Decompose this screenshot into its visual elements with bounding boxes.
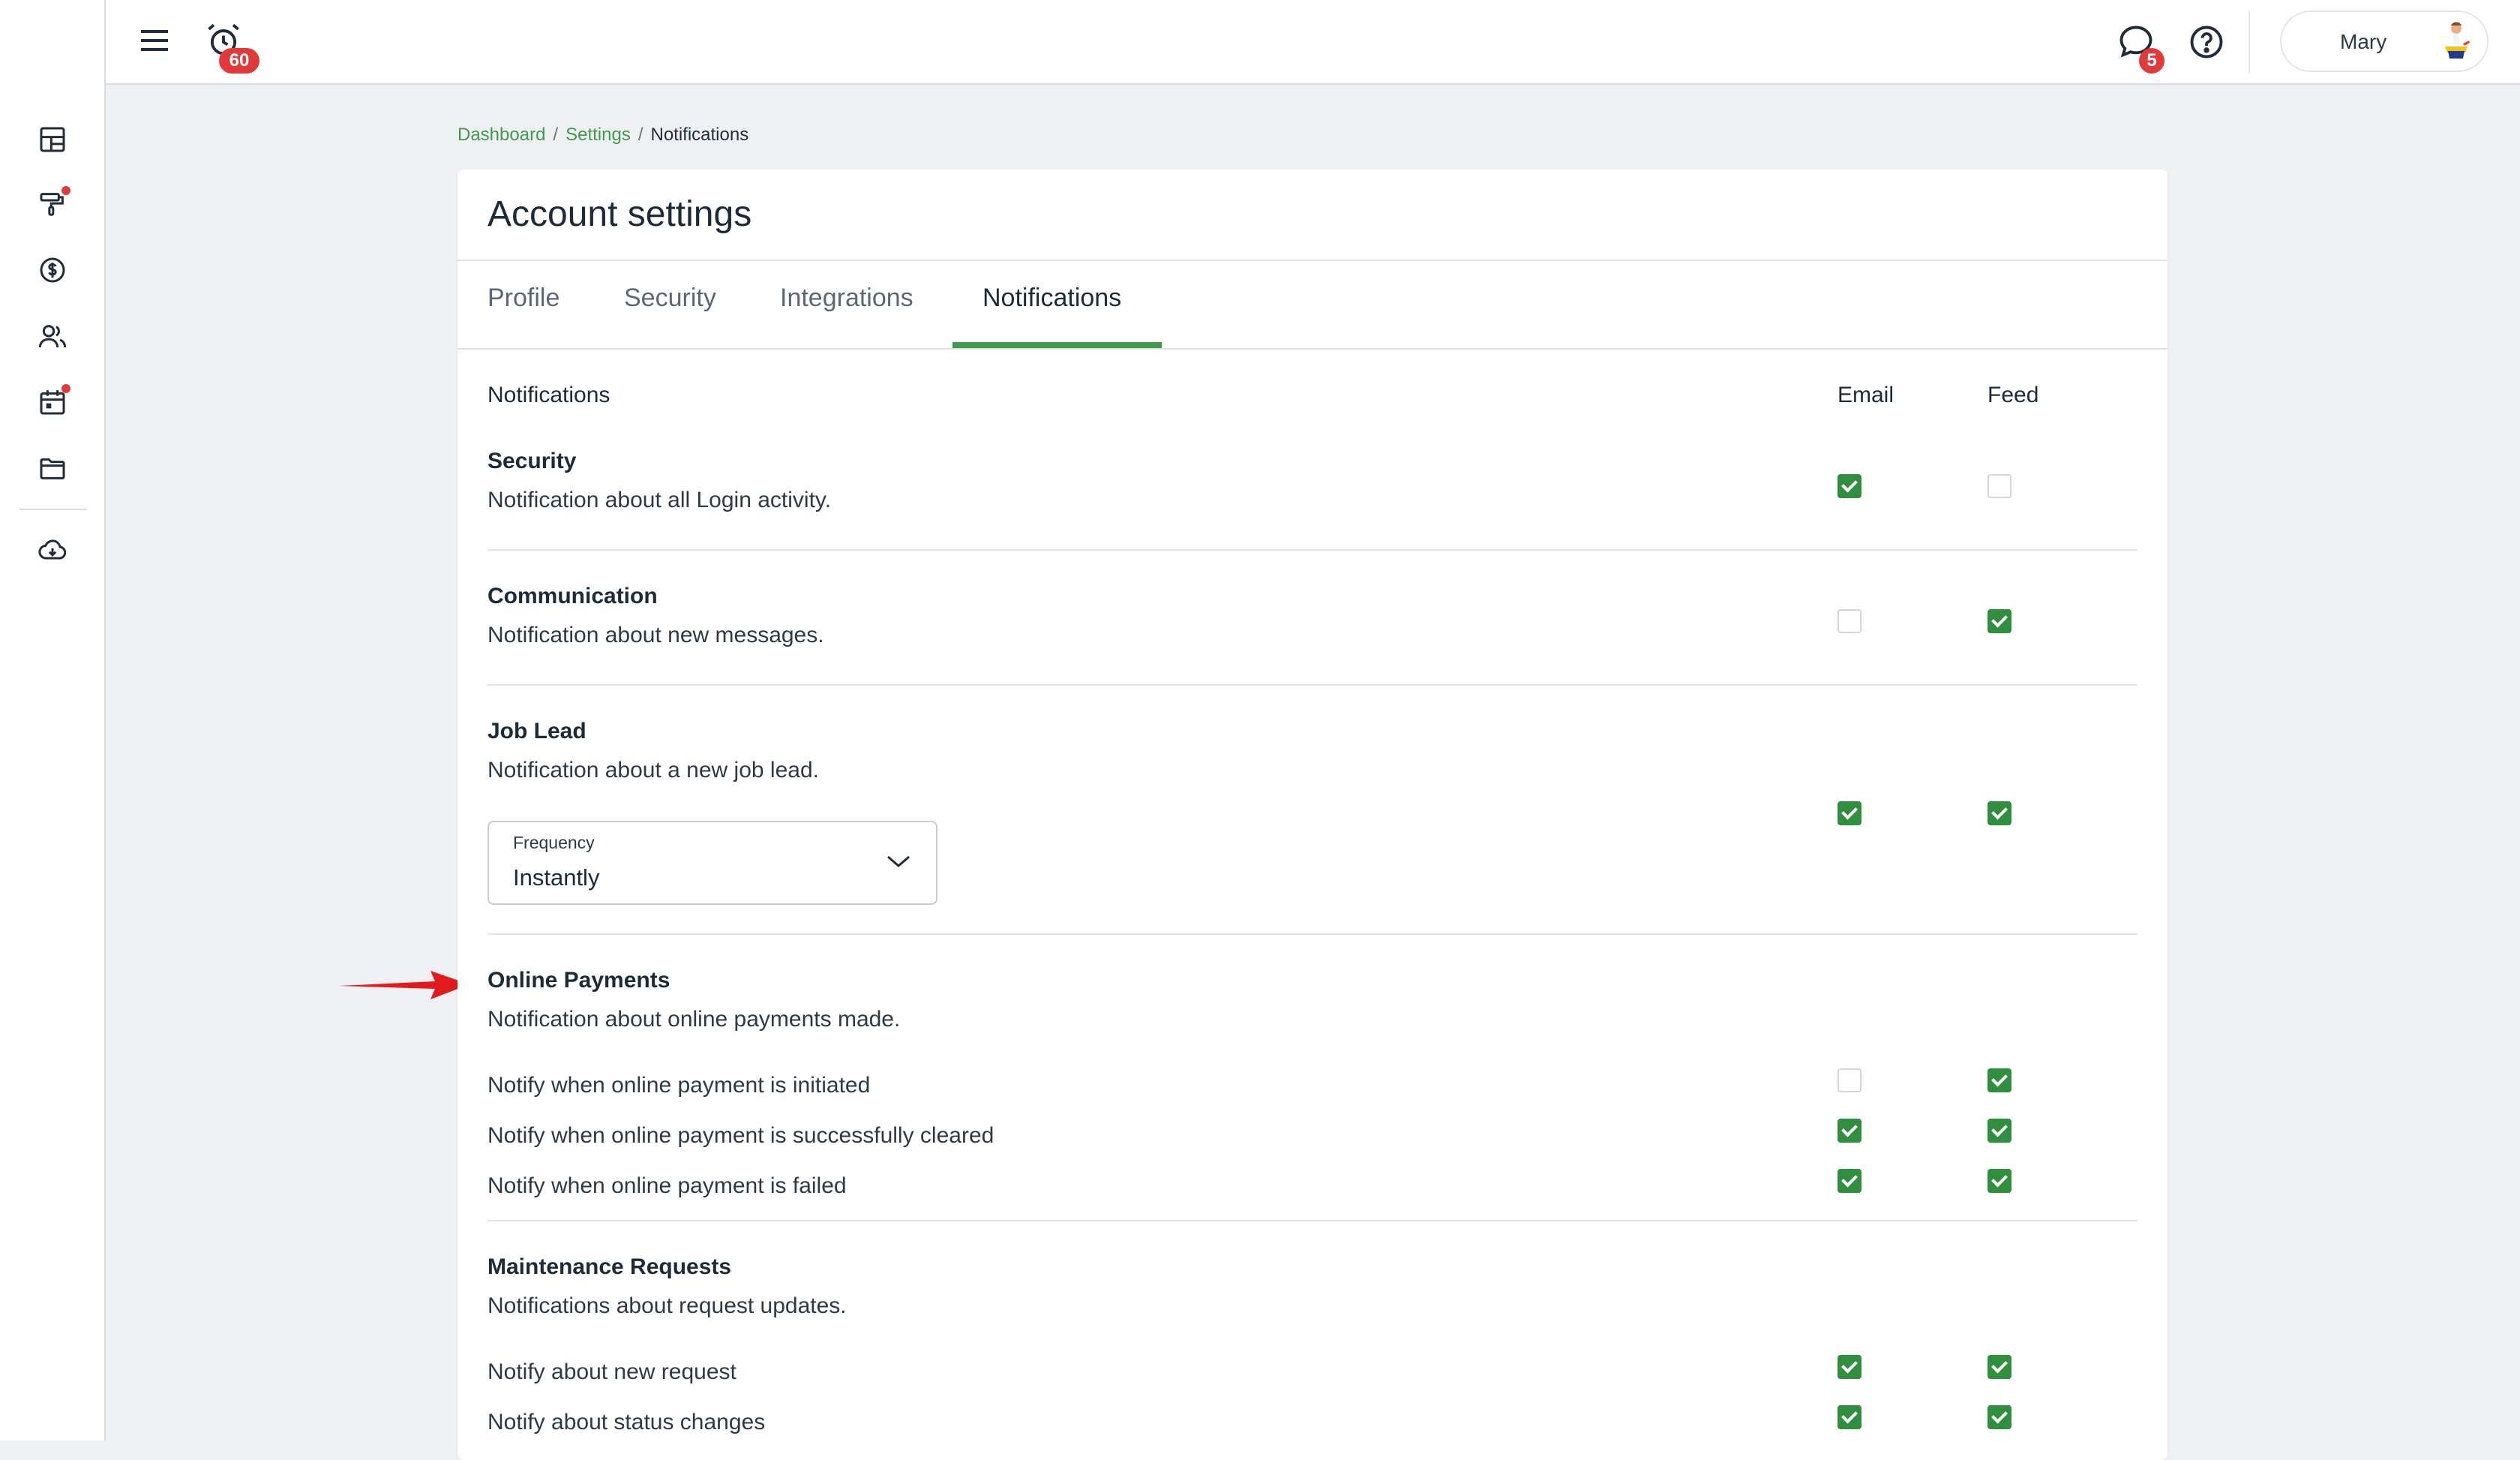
online-payment-failed-email-checkbox[interactable]	[1838, 1169, 1862, 1193]
job-lead-feed-checkbox[interactable]	[1988, 801, 2012, 825]
section-title-communication: Communication	[488, 584, 658, 608]
maintenance-new-request-label: Notify about new request	[488, 1359, 736, 1384]
online-payment-failed-feed-checkbox[interactable]	[1988, 1169, 2012, 1193]
online-payment-initiated-feed-checkbox[interactable]	[1988, 1068, 2012, 1092]
tab-notifications[interactable]: Notifications	[982, 284, 1121, 313]
online-payment-initiated-email-checkbox[interactable]	[1838, 1068, 1862, 1092]
maintenance-status-changes-feed-checkbox[interactable]	[1988, 1405, 2012, 1429]
tabs-divider	[458, 348, 2168, 350]
column-header-notifications: Notifications	[488, 383, 610, 407]
maintenance-status-changes-email-checkbox[interactable]	[1838, 1405, 1862, 1429]
paint-roller-icon[interactable]	[33, 185, 72, 224]
chat-bubble-icon[interactable]: 5	[2116, 23, 2164, 74]
chat-badge: 5	[2139, 48, 2164, 74]
active-tab-indicator	[952, 342, 1162, 348]
online-payment-failed-label: Notify when online payment is failed	[488, 1173, 847, 1198]
help-circle-icon[interactable]	[2187, 23, 2226, 62]
frequency-label: Frequency	[513, 833, 595, 852]
section-divider	[488, 1220, 2138, 1221]
annotation-arrow-icon	[339, 971, 470, 999]
section-divider	[488, 684, 2138, 686]
maintenance-new-request-feed-checkbox[interactable]	[1988, 1355, 2012, 1379]
top-bar: 60 5 Mary	[0, 0, 2520, 85]
user-name: Mary	[2340, 30, 2387, 53]
section-desc-job-lead: Notification about a new job lead.	[488, 758, 819, 783]
communication-email-checkbox[interactable]	[1838, 609, 1862, 633]
column-header-email: Email	[1838, 383, 1894, 407]
sidebar-divider	[20, 509, 87, 510]
online-payment-initiated-label: Notify when online payment is initiated	[488, 1073, 871, 1098]
section-title-maintenance-requests: Maintenance Requests	[488, 1254, 732, 1279]
cloud-download-icon[interactable]	[33, 531, 72, 570]
breadcrumb-current: Notifications	[650, 125, 749, 145]
section-divider	[488, 549, 2138, 551]
tab-security[interactable]: Security	[624, 284, 716, 313]
breadcrumb: Dashboard / Settings / Notifications	[458, 125, 748, 146]
settings-card: Account settings Profile Security Integr…	[458, 170, 2168, 1460]
notification-dot	[62, 384, 70, 393]
breadcrumb-separator: /	[638, 125, 644, 145]
job-lead-email-checkbox[interactable]	[1838, 801, 1862, 825]
security-email-checkbox[interactable]	[1838, 474, 1862, 498]
breadcrumb-dashboard-link[interactable]: Dashboard	[458, 125, 545, 145]
online-payment-cleared-label: Notify when online payment is successful…	[488, 1123, 994, 1148]
chevron-down-icon	[887, 855, 910, 867]
dollar-circle-icon[interactable]	[33, 251, 72, 290]
column-header-feed: Feed	[1988, 383, 2039, 407]
notification-dot	[62, 186, 70, 195]
alarm-badge: 60	[219, 48, 260, 74]
section-title-online-payments: Online Payments	[488, 968, 670, 993]
section-desc-security: Notification about all Login activity.	[488, 488, 832, 512]
breadcrumb-settings-link[interactable]: Settings	[566, 125, 631, 145]
alarm-clock-icon[interactable]: 60	[204, 21, 260, 74]
page-title: Account settings	[488, 194, 752, 234]
users-icon[interactable]	[33, 317, 72, 356]
section-desc-online-payments: Notification about online payments made.	[488, 1007, 901, 1032]
tab-profile[interactable]: Profile	[488, 284, 560, 313]
dashboard-grid-icon[interactable]	[33, 120, 72, 159]
title-divider	[458, 260, 2168, 261]
maintenance-status-changes-label: Notify about status changes	[488, 1410, 766, 1434]
communication-feed-checkbox[interactable]	[1988, 609, 2012, 633]
section-desc-maintenance-requests: Notifications about request updates.	[488, 1293, 847, 1318]
section-title-job-lead: Job Lead	[488, 719, 586, 744]
folder-icon[interactable]	[33, 449, 72, 488]
maintenance-new-request-email-checkbox[interactable]	[1838, 1355, 1862, 1379]
calendar-icon[interactable]	[33, 383, 72, 422]
online-payment-cleared-feed-checkbox[interactable]	[1988, 1119, 2012, 1143]
avatar	[2433, 18, 2480, 65]
section-title-security: Security	[488, 449, 577, 473]
security-feed-checkbox[interactable]	[1988, 474, 2012, 498]
tab-integrations[interactable]: Integrations	[780, 284, 914, 313]
section-desc-communication: Notification about new messages.	[488, 623, 824, 647]
online-payment-cleared-email-checkbox[interactable]	[1838, 1119, 1862, 1143]
breadcrumb-separator: /	[553, 125, 559, 145]
sidebar	[0, 0, 106, 1440]
topbar-divider	[2248, 11, 2250, 74]
hamburger-menu-icon[interactable]	[136, 23, 172, 59]
frequency-value: Instantly	[513, 864, 600, 891]
user-menu-button[interactable]: Mary	[2280, 11, 2488, 72]
frequency-select[interactable]: Frequency Instantly	[488, 821, 938, 905]
section-divider	[488, 933, 2138, 935]
